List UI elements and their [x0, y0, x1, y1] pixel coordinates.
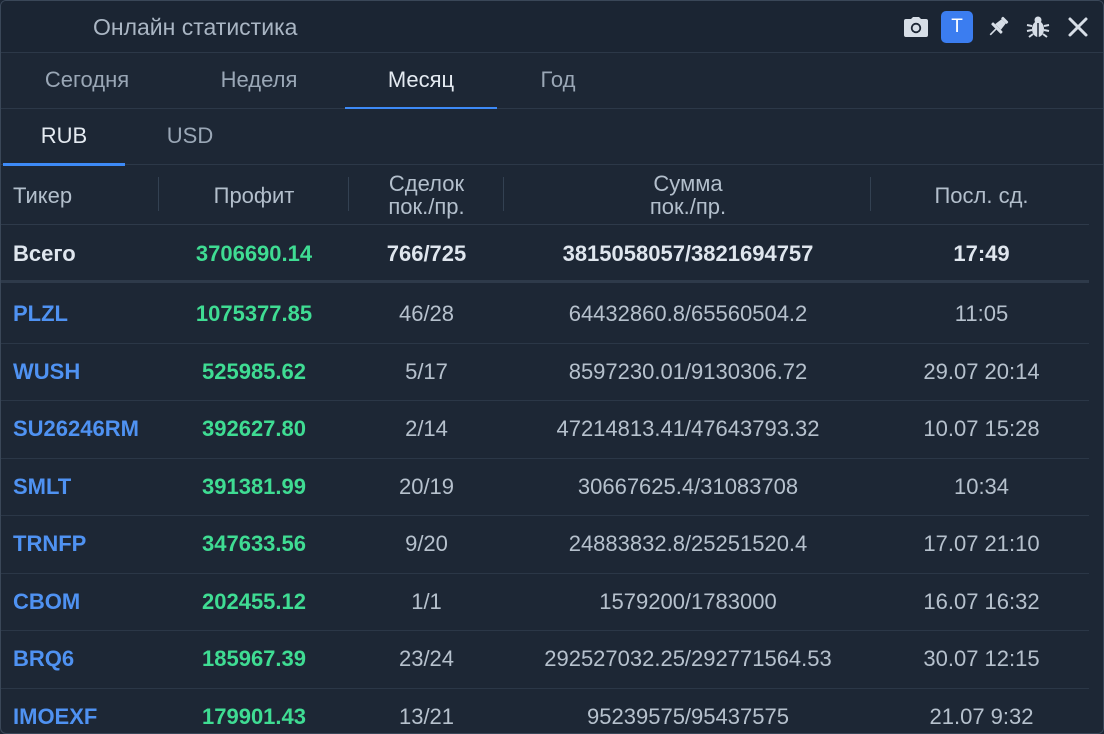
- ticker-cell: CBOM: [13, 588, 81, 614]
- total-deals: 766/725: [386, 240, 467, 266]
- profit-cell: 1075377.85: [195, 301, 313, 327]
- ticker-cell: WUSH: [13, 358, 81, 384]
- sum-cell: 30667625.4/31083708: [577, 473, 799, 499]
- total-label: Всего: [13, 240, 76, 266]
- table-row[interactable]: SU26246RM 392627.80 2/14 47214813.41/476437…: [1, 401, 1091, 459]
- ticker-cell: TRNFP: [13, 531, 87, 557]
- sum-cell: 95239575/95437575: [587, 703, 789, 729]
- tab-year[interactable]: Год: [499, 53, 617, 109]
- currency-tabs: RUB USD: [1, 109, 1103, 166]
- profit-cell: 391381.99: [202, 473, 306, 499]
- sum-cell: 292527032.25/292771564.53: [544, 646, 832, 672]
- statistics-window: Онлайн статистика T Сегодня Неделя Месяц…: [0, 0, 1104, 734]
- column-header-deals-line1: Сделок: [388, 171, 465, 196]
- profit-cell: 179901.43: [202, 703, 306, 729]
- bug-icon[interactable]: [1023, 12, 1053, 42]
- period-tabs: Сегодня Неделя Месяц Год: [1, 53, 1103, 110]
- last-deal-cell: 10:34: [953, 473, 1010, 499]
- tab-today[interactable]: Сегодня: [3, 53, 171, 109]
- window-title: Онлайн статистика: [93, 14, 298, 40]
- column-header-sum[interactable]: Сумма пок./пр.: [504, 165, 872, 225]
- profit-cell: 347633.56: [202, 531, 306, 557]
- ticker-cell: IMOEXF: [13, 703, 98, 729]
- ticker-table-body: PLZL 1075377.85 46/28 64432860.8/65560504.2…: [1, 286, 1091, 734]
- deals-cell: 5/17: [405, 358, 448, 384]
- last-deal-cell: 11:05: [954, 301, 1009, 327]
- profit-cell: 185967.39: [202, 646, 306, 672]
- tab-month[interactable]: Месяц: [345, 53, 497, 110]
- deals-cell: 13/21: [398, 703, 455, 729]
- profit-cell: 392627.80: [202, 416, 306, 442]
- sum-cell: 8597230.01/9130306.72: [568, 358, 808, 384]
- table-header: Тикер Профит Сделок пок./пр. Сумма пок./…: [1, 165, 1091, 225]
- column-header-deals-line2: пок./пр.: [388, 194, 465, 219]
- sum-cell: 24883832.8/25251520.4: [568, 531, 808, 557]
- t-toggle-button[interactable]: T: [941, 11, 973, 43]
- last-deal-cell: 21.07 9:32: [929, 703, 1034, 729]
- profit-cell: 202455.12: [202, 588, 306, 614]
- title-bar: Онлайн статистика T: [1, 1, 1103, 53]
- tab-usd[interactable]: USD: [127, 109, 253, 165]
- sum-cell: 64432860.8/65560504.2: [568, 301, 808, 327]
- column-header-sum-line2: пок./пр.: [649, 194, 727, 219]
- table-row[interactable]: TRNFP 347633.56 9/20 24883832.8/25251520.4 1…: [1, 516, 1091, 574]
- column-header-ticker[interactable]: Тикер: [1, 165, 159, 225]
- table-row[interactable]: IMOEXF 179901.43 13/21 95239575/95437575 21.…: [1, 689, 1091, 734]
- ticker-cell: PLZL: [13, 301, 68, 327]
- table-row[interactable]: SMLT 391381.99 20/19 30667625.4/31083708 10:…: [1, 459, 1091, 516]
- deals-cell: 23/24: [398, 646, 455, 672]
- total-profit: 3706690.14: [195, 240, 313, 266]
- deals-cell: 46/28: [398, 301, 455, 327]
- last-deal-cell: 17.07 21:10: [923, 531, 1040, 557]
- column-header-sum-line1: Сумма: [653, 171, 723, 196]
- tab-rub[interactable]: RUB: [3, 109, 125, 166]
- ticker-cell: BRQ6: [13, 646, 75, 672]
- column-header-profit[interactable]: Профит: [159, 165, 349, 225]
- deals-cell: 2/14: [405, 416, 448, 442]
- ticker-cell: SMLT: [13, 473, 72, 499]
- last-deal-cell: 16.07 16:32: [923, 588, 1040, 614]
- total-last-deal: 17:49: [953, 240, 1010, 266]
- last-deal-cell: 29.07 20:14: [923, 358, 1040, 384]
- table-row[interactable]: PLZL 1075377.85 46/28 64432860.8/65560504.2…: [1, 286, 1091, 344]
- table-row[interactable]: BRQ6 185967.39 23/24 292527032.25/292771564…: [1, 631, 1091, 689]
- last-deal-cell: 30.07 12:15: [923, 646, 1040, 672]
- camera-icon[interactable]: [901, 12, 931, 42]
- deals-cell: 1/1: [411, 588, 442, 614]
- title-bar-actions: T: [901, 11, 1093, 43]
- last-deal-cell: 10.07 15:28: [923, 416, 1040, 442]
- sum-cell: 1579200/1783000: [599, 588, 777, 614]
- scrollbar-track[interactable]: [1089, 165, 1103, 733]
- column-header-last-deal[interactable]: Посл. сд.: [872, 165, 1091, 225]
- total-sum: 3815058057/3821694757: [562, 240, 814, 266]
- ticker-cell: SU26246RM: [13, 416, 139, 442]
- column-divider[interactable]: [870, 177, 871, 211]
- sum-cell: 47214813.41/47643793.32: [556, 416, 820, 442]
- table-row[interactable]: WUSH 525985.62 5/17 8597230.01/9130306.72 29…: [1, 344, 1091, 401]
- table-row[interactable]: CBOM 202455.12 1/1 1579200/1783000 16.07 16:…: [1, 574, 1091, 631]
- total-row: Всего 3706690.14 766/725 3815058057/3821…: [1, 227, 1091, 283]
- tab-week[interactable]: Неделя: [175, 53, 343, 109]
- deals-cell: 20/19: [398, 473, 455, 499]
- column-header-deals[interactable]: Сделок пок./пр.: [349, 165, 504, 225]
- pin-icon[interactable]: [983, 12, 1013, 42]
- deals-cell: 9/20: [405, 531, 448, 557]
- profit-cell: 525985.62: [202, 358, 306, 384]
- close-icon[interactable]: [1063, 12, 1093, 42]
